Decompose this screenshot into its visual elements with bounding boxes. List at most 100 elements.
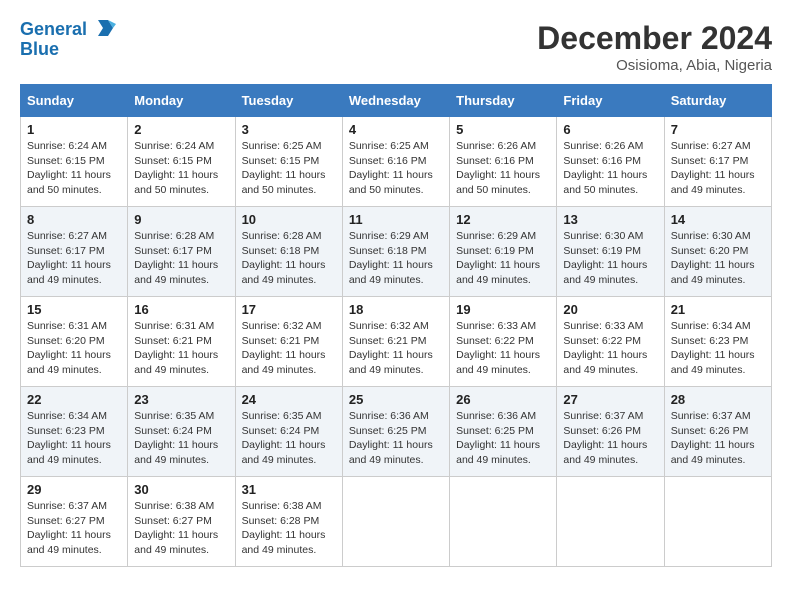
day-info: Sunrise: 6:32 AMSunset: 6:21 PMDaylight:… — [349, 319, 443, 378]
day-info: Sunrise: 6:34 AMSunset: 6:23 PMDaylight:… — [671, 319, 765, 378]
day-info: Sunrise: 6:30 AMSunset: 6:20 PMDaylight:… — [671, 229, 765, 288]
calendar-cell — [450, 477, 557, 567]
day-number: 12 — [456, 212, 550, 227]
day-number: 1 — [27, 122, 121, 137]
day-info: Sunrise: 6:31 AMSunset: 6:21 PMDaylight:… — [134, 319, 228, 378]
day-info: Sunrise: 6:26 AMSunset: 6:16 PMDaylight:… — [563, 139, 657, 198]
day-header-thursday: Thursday — [450, 85, 557, 117]
day-number: 9 — [134, 212, 228, 227]
week-row-1: 1 Sunrise: 6:24 AMSunset: 6:15 PMDaylight… — [21, 117, 772, 207]
day-info: Sunrise: 6:27 AMSunset: 6:17 PMDaylight:… — [27, 229, 121, 288]
calendar-cell: 5 Sunrise: 6:26 AMSunset: 6:16 PMDaylight… — [450, 117, 557, 207]
day-header-monday: Monday — [128, 85, 235, 117]
calendar-cell: 6 Sunrise: 6:26 AMSunset: 6:16 PMDaylight… — [557, 117, 664, 207]
calendar-cell — [342, 477, 449, 567]
day-number: 15 — [27, 302, 121, 317]
calendar-cell: 11 Sunrise: 6:29 AMSunset: 6:18 PMDayligh… — [342, 207, 449, 297]
day-info: Sunrise: 6:24 AMSunset: 6:15 PMDaylight:… — [134, 139, 228, 198]
calendar-cell: 12 Sunrise: 6:29 AMSunset: 6:19 PMDayligh… — [450, 207, 557, 297]
day-number: 4 — [349, 122, 443, 137]
day-info: Sunrise: 6:25 AMSunset: 6:15 PMDaylight:… — [242, 139, 336, 198]
day-number: 26 — [456, 392, 550, 407]
calendar-cell: 25 Sunrise: 6:36 AMSunset: 6:25 PMDayligh… — [342, 387, 449, 477]
calendar-cell: 30 Sunrise: 6:38 AMSunset: 6:27 PMDayligh… — [128, 477, 235, 567]
day-info: Sunrise: 6:24 AMSunset: 6:15 PMDaylight:… — [27, 139, 121, 198]
day-number: 30 — [134, 482, 228, 497]
calendar-cell — [557, 477, 664, 567]
week-row-4: 22Sunrise: 6:34 AMSunset: 6:23 PMDayligh… — [21, 387, 772, 477]
day-info: Sunrise: 6:30 AMSunset: 6:19 PMDaylight:… — [563, 229, 657, 288]
calendar-cell: 15 Sunrise: 6:31 AMSunset: 6:20 PMDayligh… — [21, 297, 128, 387]
day-number: 2 — [134, 122, 228, 137]
day-number: 3 — [242, 122, 336, 137]
day-number: 14 — [671, 212, 765, 227]
day-number: 10 — [242, 212, 336, 227]
day-info: Sunrise: 6:35 AMSunset: 6:24 PMDaylight:… — [134, 409, 228, 468]
day-info: Sunrise: 6:29 AMSunset: 6:19 PMDaylight:… — [456, 229, 550, 288]
calendar-cell: 27Sunrise: 6:37 AMSunset: 6:26 PMDayligh… — [557, 387, 664, 477]
day-number: 28 — [671, 392, 765, 407]
day-number: 13 — [563, 212, 657, 227]
day-info: Sunrise: 6:33 AMSunset: 6:22 PMDaylight:… — [456, 319, 550, 378]
day-number: 24 — [242, 392, 336, 407]
day-number: 20 — [563, 302, 657, 317]
day-info: Sunrise: 6:35 AMSunset: 6:24 PMDaylight:… — [242, 409, 336, 468]
day-info: Sunrise: 6:26 AMSunset: 6:16 PMDaylight:… — [456, 139, 550, 198]
logo: General Blue — [20, 20, 116, 60]
day-number: 5 — [456, 122, 550, 137]
day-info: Sunrise: 6:32 AMSunset: 6:21 PMDaylight:… — [242, 319, 336, 378]
calendar-cell: 3 Sunrise: 6:25 AMSunset: 6:15 PMDaylight… — [235, 117, 342, 207]
day-number: 6 — [563, 122, 657, 137]
calendar-cell: 31Sunrise: 6:38 AMSunset: 6:28 PMDayligh… — [235, 477, 342, 567]
calendar-cell: 9Sunrise: 6:28 AMSunset: 6:17 PMDaylight… — [128, 207, 235, 297]
calendar-cell: 21 Sunrise: 6:34 AMSunset: 6:23 PMDayligh… — [664, 297, 771, 387]
day-number: 31 — [242, 482, 336, 497]
week-row-3: 15 Sunrise: 6:31 AMSunset: 6:20 PMDayligh… — [21, 297, 772, 387]
month-title: December 2024 — [537, 20, 772, 57]
calendar-cell: 23 Sunrise: 6:35 AMSunset: 6:24 PMDayligh… — [128, 387, 235, 477]
logo-text2: Blue — [20, 40, 116, 60]
day-number: 29 — [27, 482, 121, 497]
day-number: 25 — [349, 392, 443, 407]
day-info: Sunrise: 6:28 AMSunset: 6:18 PMDaylight:… — [242, 229, 336, 288]
day-header-tuesday: Tuesday — [235, 85, 342, 117]
calendar-cell: 17 Sunrise: 6:32 AMSunset: 6:21 PMDayligh… — [235, 297, 342, 387]
week-row-5: 29 Sunrise: 6:37 AMSunset: 6:27 PMDayligh… — [21, 477, 772, 567]
calendar-cell: 2 Sunrise: 6:24 AMSunset: 6:15 PMDaylight… — [128, 117, 235, 207]
day-number: 22 — [27, 392, 121, 407]
day-info: Sunrise: 6:36 AMSunset: 6:25 PMDaylight:… — [349, 409, 443, 468]
calendar-cell: 10 Sunrise: 6:28 AMSunset: 6:18 PMDayligh… — [235, 207, 342, 297]
day-number: 21 — [671, 302, 765, 317]
day-info: Sunrise: 6:31 AMSunset: 6:20 PMDaylight:… — [27, 319, 121, 378]
calendar-cell: 7 Sunrise: 6:27 AMSunset: 6:17 PMDaylight… — [664, 117, 771, 207]
day-number: 18 — [349, 302, 443, 317]
calendar-cell: 1 Sunrise: 6:24 AMSunset: 6:15 PMDaylight… — [21, 117, 128, 207]
day-header-sunday: Sunday — [21, 85, 128, 117]
day-info: Sunrise: 6:37 AMSunset: 6:27 PMDaylight:… — [27, 499, 121, 558]
title-section: December 2024 Osisioma, Abia, Nigeria — [537, 20, 772, 74]
calendar: SundayMondayTuesdayWednesdayThursdayFrid… — [20, 84, 772, 567]
day-info: Sunrise: 6:37 AMSunset: 6:26 PMDaylight:… — [563, 409, 657, 468]
calendar-cell: 14 Sunrise: 6:30 AMSunset: 6:20 PMDayligh… — [664, 207, 771, 297]
day-info: Sunrise: 6:25 AMSunset: 6:16 PMDaylight:… — [349, 139, 443, 198]
logo-text: General — [20, 20, 116, 40]
day-header-friday: Friday — [557, 85, 664, 117]
day-info: Sunrise: 6:33 AMSunset: 6:22 PMDaylight:… — [563, 319, 657, 378]
day-number: 7 — [671, 122, 765, 137]
calendar-cell: 13 Sunrise: 6:30 AMSunset: 6:19 PMDayligh… — [557, 207, 664, 297]
calendar-cell: 16Sunrise: 6:31 AMSunset: 6:21 PMDayligh… — [128, 297, 235, 387]
location: Osisioma, Abia, Nigeria — [537, 57, 772, 74]
week-row-2: 8 Sunrise: 6:27 AMSunset: 6:17 PMDaylight… — [21, 207, 772, 297]
day-info: Sunrise: 6:36 AMSunset: 6:25 PMDaylight:… — [456, 409, 550, 468]
day-info: Sunrise: 6:27 AMSunset: 6:17 PMDaylight:… — [671, 139, 765, 198]
day-number: 11 — [349, 212, 443, 227]
day-number: 23 — [134, 392, 228, 407]
day-info: Sunrise: 6:29 AMSunset: 6:18 PMDaylight:… — [349, 229, 443, 288]
day-header-wednesday: Wednesday — [342, 85, 449, 117]
calendar-cell: 28Sunrise: 6:37 AMSunset: 6:26 PMDayligh… — [664, 387, 771, 477]
day-number: 8 — [27, 212, 121, 227]
calendar-cell: 4 Sunrise: 6:25 AMSunset: 6:16 PMDaylight… — [342, 117, 449, 207]
day-info: Sunrise: 6:38 AMSunset: 6:27 PMDaylight:… — [134, 499, 228, 558]
calendar-cell: 26 Sunrise: 6:36 AMSunset: 6:25 PMDayligh… — [450, 387, 557, 477]
day-number: 17 — [242, 302, 336, 317]
